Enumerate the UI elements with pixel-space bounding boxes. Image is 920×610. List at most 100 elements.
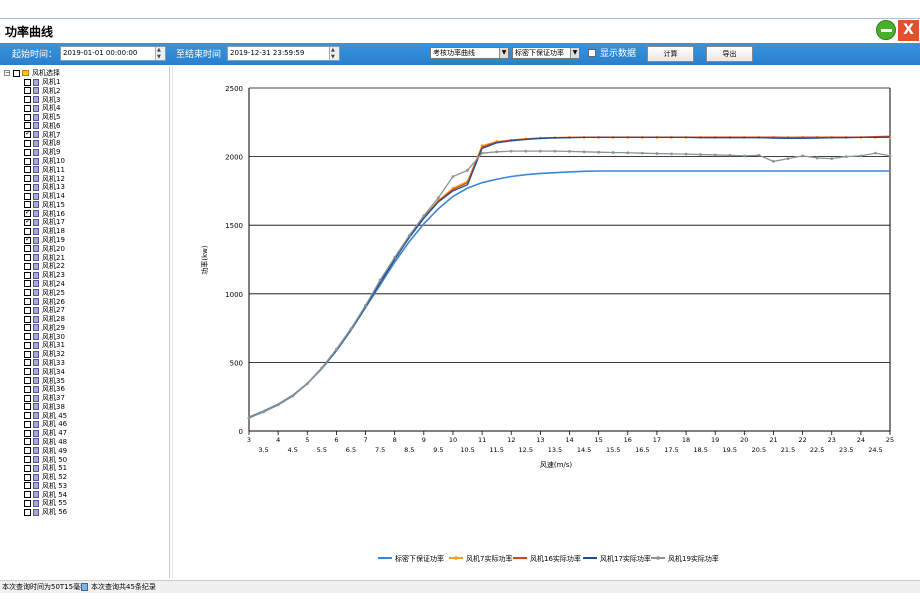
tree-item[interactable]: 风机37: [24, 394, 65, 403]
tree-item[interactable]: 风机27: [24, 306, 65, 315]
tree-item[interactable]: 风机14: [24, 192, 65, 201]
turbine-checkbox[interactable]: [24, 456, 31, 464]
turbine-checkbox[interactable]: [24, 245, 31, 253]
turbine-checkbox[interactable]: [24, 508, 31, 516]
tree-item[interactable]: 风机1: [24, 78, 60, 87]
tree-item[interactable]: 风机11: [24, 166, 65, 175]
tree-item[interactable]: 风机9: [24, 148, 60, 157]
tree-item[interactable]: 风机4: [24, 104, 60, 113]
turbine-checkbox[interactable]: [24, 359, 31, 367]
tree-item[interactable]: 风机 51: [24, 464, 67, 473]
turbine-checkbox[interactable]: [24, 183, 31, 191]
tree-item[interactable]: 风机 48: [24, 438, 67, 447]
chevron-down-icon[interactable]: ▼: [570, 48, 579, 58]
turbine-checkbox[interactable]: [24, 499, 31, 507]
tree-item[interactable]: 风机28: [24, 315, 65, 324]
series-point: [889, 136, 891, 138]
tree-item[interactable]: 风机 47: [24, 429, 67, 438]
x-tick-label: 21.5: [781, 446, 795, 454]
tree-item[interactable]: 风机 56: [24, 508, 67, 517]
tree-item[interactable]: 风机25: [24, 289, 65, 298]
turbine-checkbox[interactable]: [24, 217, 31, 226]
turbine-checkbox[interactable]: [24, 447, 31, 455]
turbine-checkbox[interactable]: [24, 78, 31, 86]
tree-item[interactable]: 风机 49: [24, 447, 67, 456]
show-data-checkbox[interactable]: [588, 49, 596, 57]
tree-item[interactable]: 风机20: [24, 245, 65, 254]
turbine-checkbox[interactable]: [24, 192, 31, 200]
turbine-checkbox[interactable]: [24, 262, 31, 270]
end-time-spinner[interactable]: [329, 46, 339, 62]
series-point: [393, 256, 397, 259]
turbine-checkbox[interactable]: [24, 175, 31, 183]
turbine-checkbox[interactable]: [24, 368, 31, 376]
root-checkbox[interactable]: [13, 69, 20, 77]
turbine-checkbox[interactable]: [24, 341, 31, 349]
end-time-input[interactable]: 2019-12-31 23:59:59: [227, 46, 340, 62]
tree-item[interactable]: 风机19: [24, 235, 65, 245]
turbine-checkbox[interactable]: [24, 87, 31, 95]
x-tick-label: 5: [305, 436, 309, 444]
start-time-spinner[interactable]: [155, 46, 165, 62]
turbine-checkbox[interactable]: [24, 289, 31, 297]
turbine-checkbox[interactable]: [24, 166, 31, 174]
curve-type-select[interactable]: 考核功率曲线 ▼: [430, 47, 509, 59]
series-point: [626, 151, 630, 155]
tree-item[interactable]: 风机 52: [24, 473, 67, 482]
turbine-checkbox[interactable]: [24, 403, 31, 411]
turbine-checkbox[interactable]: [24, 148, 31, 156]
turbine-checkbox[interactable]: [24, 298, 31, 305]
tree-item[interactable]: 风机 53: [24, 482, 67, 491]
tree-item[interactable]: 风机29: [24, 324, 65, 333]
turbine-checkbox[interactable]: [24, 113, 31, 121]
turbine-checkbox[interactable]: [24, 377, 31, 385]
turbine-checkbox[interactable]: [24, 350, 31, 358]
tree-item[interactable]: 风机5: [24, 113, 60, 122]
tree-item[interactable]: 风机38: [24, 403, 65, 412]
tree-item-label: 风机32: [42, 350, 65, 359]
turbine-checkbox[interactable]: [24, 473, 31, 481]
tree-item[interactable]: 风机33: [24, 359, 65, 368]
tree-item[interactable]: 风机24: [24, 280, 65, 289]
turbine-checkbox[interactable]: [24, 235, 31, 244]
turbine-checkbox[interactable]: [24, 324, 31, 332]
turbine-checkbox[interactable]: [24, 271, 31, 279]
start-time-input[interactable]: 2019-01-01 00:00:00: [60, 46, 166, 62]
turbine-checkbox[interactable]: [24, 394, 31, 402]
chevron-down-icon[interactable]: ▼: [499, 48, 508, 58]
turbine-checkbox[interactable]: [24, 464, 31, 472]
tree-item[interactable]: 风机13: [24, 183, 65, 192]
series-point: [816, 170, 818, 172]
turbine-checkbox[interactable]: [24, 306, 31, 314]
turbine-checkbox[interactable]: [24, 129, 31, 139]
tree-root[interactable]: − 风机选择: [4, 69, 60, 78]
turbine-checkbox[interactable]: [24, 438, 31, 446]
turbine-checkbox[interactable]: [24, 420, 31, 428]
close-icon[interactable]: X: [898, 20, 919, 41]
tree-item[interactable]: 风机34: [24, 368, 65, 377]
tree-item[interactable]: 风机2: [24, 87, 60, 96]
turbine-checkbox[interactable]: [24, 333, 31, 341]
collapse-icon[interactable]: −: [4, 70, 10, 76]
turbine-checkbox[interactable]: [24, 139, 31, 147]
turbine-checkbox[interactable]: [24, 254, 31, 262]
export-button[interactable]: 导出: [706, 46, 753, 62]
turbine-checkbox[interactable]: [24, 491, 31, 499]
turbine-checkbox[interactable]: [24, 482, 31, 490]
turbine-checkbox[interactable]: [24, 412, 31, 420]
calc-button[interactable]: 计算: [647, 46, 694, 62]
turbine-checkbox[interactable]: [24, 157, 31, 165]
status-bar: 本次查询时间为50T15毫秒 本次查询共45条纪录: [0, 580, 920, 593]
minimize-icon[interactable]: [876, 20, 896, 40]
tree-item[interactable]: 风机32: [24, 350, 65, 359]
density-select[interactable]: 标密下保证功率 ▼: [512, 47, 580, 59]
turbine-checkbox[interactable]: [24, 104, 31, 112]
tree-item[interactable]: 风机10: [24, 157, 65, 166]
turbine-checkbox[interactable]: [24, 280, 31, 288]
turbine-checkbox[interactable]: [24, 315, 31, 323]
tree-item[interactable]: 风机23: [24, 271, 65, 280]
tree-item[interactable]: 风机36: [24, 385, 65, 394]
turbine-checkbox[interactable]: [24, 96, 31, 104]
turbine-checkbox[interactable]: [24, 429, 31, 437]
turbine-checkbox[interactable]: [24, 385, 31, 393]
